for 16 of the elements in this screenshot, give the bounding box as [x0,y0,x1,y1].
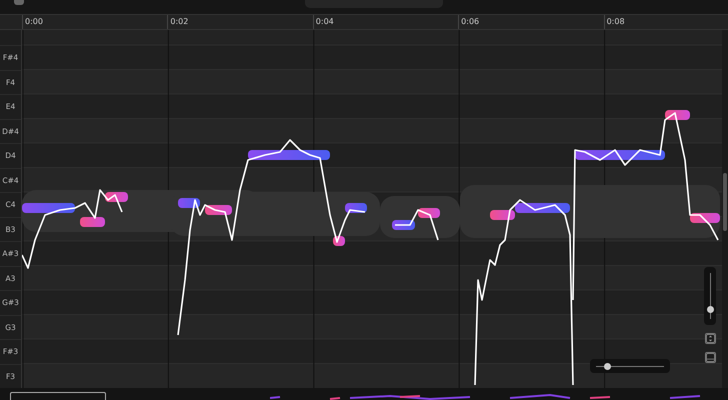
time-label: 0:04 [316,17,334,26]
time-label: 0:00 [25,17,43,26]
time-label: 0:02 [170,17,188,26]
note-blob[interactable] [22,203,75,213]
zoom-slider[interactable] [704,267,716,325]
zoom-slider[interactable] [590,359,670,373]
logo-icon [14,0,24,5]
pitch-editor-grid[interactable] [22,30,722,388]
time-label: 0:06 [461,17,480,26]
time-label: 0:08 [606,17,625,26]
slider-thumb[interactable] [706,306,714,314]
panel-icon[interactable] [704,352,716,363]
slider-thumb[interactable] [604,362,612,370]
timeline-ruler[interactable]: 0:00 0:02 0:04 0:06 0:08 [0,14,728,30]
fit-height-icon[interactable] [704,333,716,344]
scrollbar-thumb[interactable] [723,173,727,231]
